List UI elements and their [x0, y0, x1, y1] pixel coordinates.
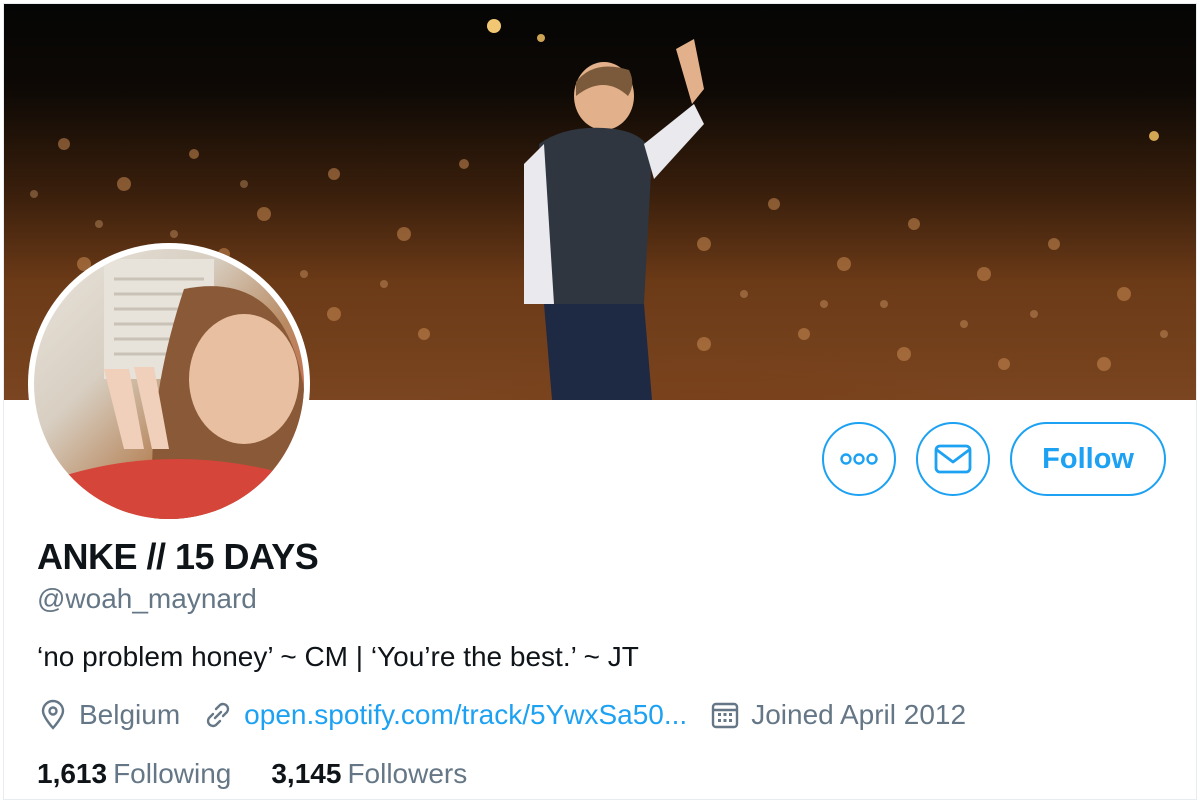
envelope-icon — [934, 444, 972, 474]
followers-count: 3,145 — [271, 758, 342, 789]
following-count: 1,613 — [37, 758, 108, 789]
profile-meta: Belgium open.spotify.com/track/5YwxSa50.… — [37, 699, 988, 731]
website-link[interactable]: open.spotify.com/track/5YwxSa50... — [244, 699, 687, 731]
follow-button[interactable]: Follow — [1010, 422, 1166, 496]
followers-label: Followers — [347, 758, 468, 789]
profile-handle: @woah_maynard — [37, 583, 257, 614]
profile-bio: ‘no problem honey’ ~ CM | ‘You’re the be… — [37, 641, 639, 672]
following-stat[interactable]: 1,613 Following — [37, 758, 231, 790]
profile-location: Belgium — [37, 699, 180, 731]
location-text: Belgium — [79, 699, 181, 730]
link-icon — [206, 702, 230, 728]
profile-actions: Follow — [822, 422, 1166, 496]
message-button[interactable] — [916, 422, 991, 496]
profile-avatar[interactable] — [28, 243, 310, 525]
joined-text: Joined April 2012 — [751, 699, 967, 730]
calendar-icon — [712, 702, 739, 729]
profile-display-name: ANKE // 15 DAYS — [37, 536, 319, 577]
profile-page: Follow ANKE // 15 DAYS @woah_maynard ‘no… — [3, 3, 1197, 800]
avatar-photo — [34, 249, 304, 519]
location-pin-icon — [41, 699, 65, 730]
followers-stat[interactable]: 3,145 Followers — [271, 758, 467, 790]
profile-website: open.spotify.com/track/5YwxSa50... — [202, 699, 687, 731]
more-icon — [840, 453, 878, 465]
performer-figure — [524, 39, 704, 400]
more-options-button[interactable] — [822, 422, 897, 496]
profile-joined: Joined April 2012 — [709, 699, 966, 731]
following-label: Following — [113, 758, 232, 789]
profile-stats: 1,613 Following 3,145 Followers — [37, 758, 507, 790]
